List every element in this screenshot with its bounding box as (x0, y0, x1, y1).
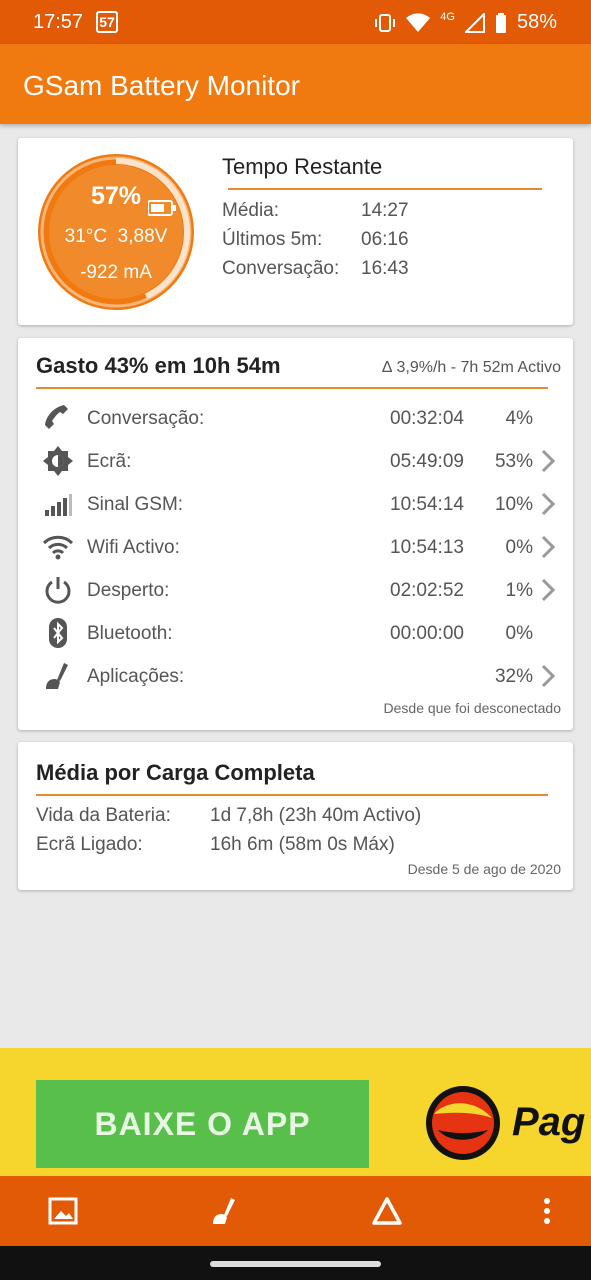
app-bar: GSam Battery Monitor (0, 44, 591, 124)
divider (36, 387, 548, 389)
status-time: 17:57 (33, 11, 84, 33)
usage-time: 10:54:14 (390, 494, 464, 515)
triangle-icon[interactable] (371, 1195, 403, 1227)
usage-label: Conversação: (87, 408, 205, 429)
usage-percent: 0% (505, 537, 533, 558)
ad-banner[interactable]: BAIXE O APP Pag (0, 1048, 591, 1176)
wifi-icon (42, 535, 74, 560)
average-title: Média por Carga Completa (36, 760, 315, 785)
bottom-action-bar (0, 1176, 591, 1246)
ad-brand-logo-icon (426, 1086, 500, 1160)
average-note: Desde 5 de ago de 2020 (407, 861, 561, 877)
usage-percent: 53% (494, 451, 533, 472)
system-nav-bar (0, 1246, 591, 1280)
remaining-time-title: Tempo Restante (222, 154, 383, 179)
usage-percent: 0% (505, 623, 533, 644)
battery-status-icon (495, 12, 506, 33)
usage-row-awake[interactable]: Desperto: 02:02:52 1% (18, 572, 573, 608)
wifi-status-icon (406, 12, 431, 32)
temperature: 31°C (64, 226, 108, 247)
apps-broom-icon (46, 663, 68, 689)
usage-percent: 32% (494, 666, 533, 687)
average-card: Média por Carga Completa Vida da Bateria… (18, 742, 573, 890)
average-value: 16h 6m (58m 0s Máx) (210, 834, 395, 855)
bluetooth-icon (49, 618, 67, 648)
average-value: 1d 7,8h (23h 40m Activo) (210, 805, 422, 826)
chevron-right-icon[interactable] (540, 492, 556, 516)
broom-icon[interactable] (209, 1195, 241, 1227)
phone-icon (45, 405, 68, 429)
usage-label: Sinal GSM: (87, 494, 184, 515)
usage-percent: 1% (505, 580, 533, 601)
ad-brand-text: Pag (512, 1100, 586, 1144)
more-vert-icon[interactable] (531, 1195, 563, 1227)
chevron-right-icon[interactable] (540, 449, 556, 473)
battery-gauge: 57% 31°C 3,88V -922 mA (36, 152, 196, 312)
usage-percent: 10% (494, 494, 533, 515)
brightness-icon (43, 446, 73, 476)
usage-row-conversation[interactable]: Conversação: 00:32:04 4% (18, 400, 573, 436)
signal-bars-icon (45, 494, 72, 516)
usage-percent: 4% (505, 408, 533, 429)
battery-icon (148, 200, 176, 216)
power-icon (45, 577, 71, 604)
remaining-label: Média: (222, 200, 280, 221)
remaining-value: 16:43 (361, 258, 409, 279)
remaining-label: Últimos 5m: (222, 229, 323, 250)
usage-row-screen[interactable]: Ecrã: 05:49:09 53% (18, 443, 573, 479)
home-gesture-pill[interactable] (210, 1261, 381, 1267)
usage-row-apps[interactable]: Aplicações: 32% (18, 658, 573, 694)
app-title: GSam Battery Monitor (23, 70, 300, 101)
remaining-value: 06:16 (361, 229, 409, 250)
cell-signal-icon (464, 12, 485, 33)
usage-label: Ecrã: (87, 451, 132, 472)
usage-time: 00:32:04 (390, 408, 464, 429)
battery-percent: 58% (516, 11, 557, 33)
remaining-label: Conversação: (222, 258, 340, 279)
usage-label: Aplicações: (87, 666, 185, 687)
usage-time: 05:49:09 (390, 451, 464, 472)
average-label: Ecrã Ligado: (36, 834, 143, 855)
voltage: 3,88V (117, 226, 168, 247)
usage-label: Wifi Activo: (87, 537, 180, 558)
usage-card: Gasto 43% em 10h 54m ∆ 3,9%/h - 7h 52m A… (18, 338, 573, 730)
status-icons: 4G 58% (374, 11, 557, 34)
usage-row-wifi[interactable]: Wifi Activo: 10:54:13 0% (18, 529, 573, 565)
usage-row-bluetooth[interactable]: Bluetooth: 00:00:00 0% (18, 615, 573, 651)
notification-badge-icon: 57 (96, 11, 118, 33)
chevron-right-icon[interactable] (540, 535, 556, 559)
usage-label: Desperto: (87, 580, 170, 601)
network-type: 4G (440, 10, 455, 23)
divider (36, 794, 548, 796)
remaining-value: 14:27 (361, 200, 409, 221)
usage-note: Desde que foi desconectado (383, 700, 561, 716)
usage-label: Bluetooth: (87, 623, 173, 644)
chevron-right-icon[interactable] (540, 664, 556, 688)
ad-download-button[interactable]: BAIXE O APP (36, 1080, 369, 1168)
temp-voltage: 31°C 3,88V (36, 226, 196, 248)
usage-time: 02:02:52 (390, 580, 464, 601)
status-bar: 17:57 57 4G 58% (0, 0, 591, 44)
image-icon[interactable] (47, 1195, 79, 1227)
usage-row-gsm[interactable]: Sinal GSM: 10:54:14 10% (18, 486, 573, 522)
chevron-right-icon[interactable] (540, 578, 556, 602)
usage-time: 10:54:13 (390, 537, 464, 558)
usage-time: 00:00:00 (390, 623, 464, 644)
summary-card[interactable]: 57% 31°C 3,88V -922 mA Tempo Restante Mé… (18, 138, 573, 325)
average-label: Vida da Bateria: (36, 805, 171, 826)
usage-rate: ∆ 3,9%/h - 7h 52m Activo (382, 359, 561, 376)
divider (228, 188, 542, 190)
usage-title: Gasto 43% em 10h 54m (36, 353, 281, 378)
current-draw: -922 mA (80, 262, 152, 283)
vibrate-icon (375, 13, 396, 32)
